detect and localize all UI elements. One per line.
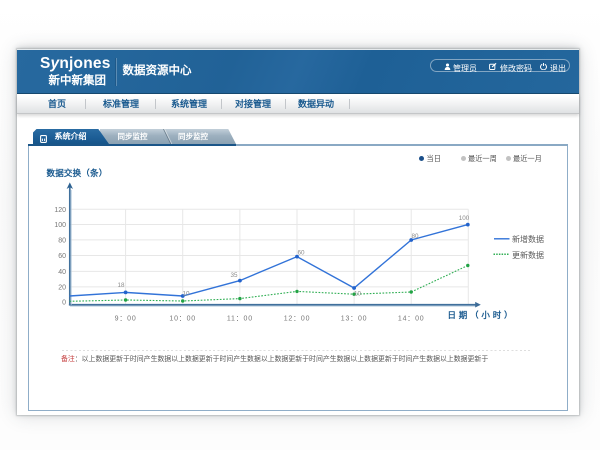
svg-text:60: 60	[58, 253, 66, 260]
svg-text:12：00: 12：00	[284, 316, 311, 323]
svg-text:120: 120	[54, 207, 66, 214]
svg-text:100: 100	[459, 215, 470, 222]
svg-text:20: 20	[58, 284, 66, 291]
svg-text:80: 80	[411, 233, 419, 240]
svg-text:14：00: 14：00	[398, 316, 425, 323]
svg-text:0: 0	[62, 300, 66, 307]
svg-text:10: 10	[354, 290, 362, 297]
svg-text:60: 60	[297, 250, 305, 257]
svg-text:80: 80	[58, 237, 66, 244]
svg-text:18: 18	[117, 282, 125, 289]
svg-text:100: 100	[54, 222, 66, 229]
svg-text:11：00: 11：00	[227, 316, 253, 323]
svg-text:10: 10	[182, 291, 190, 298]
svg-text:35: 35	[230, 272, 238, 279]
svg-text:13：00: 13：00	[341, 316, 368, 323]
svg-text:10：00: 10：00	[169, 316, 196, 323]
svg-text:40: 40	[58, 269, 66, 276]
svg-text:9：00: 9：00	[115, 316, 137, 323]
